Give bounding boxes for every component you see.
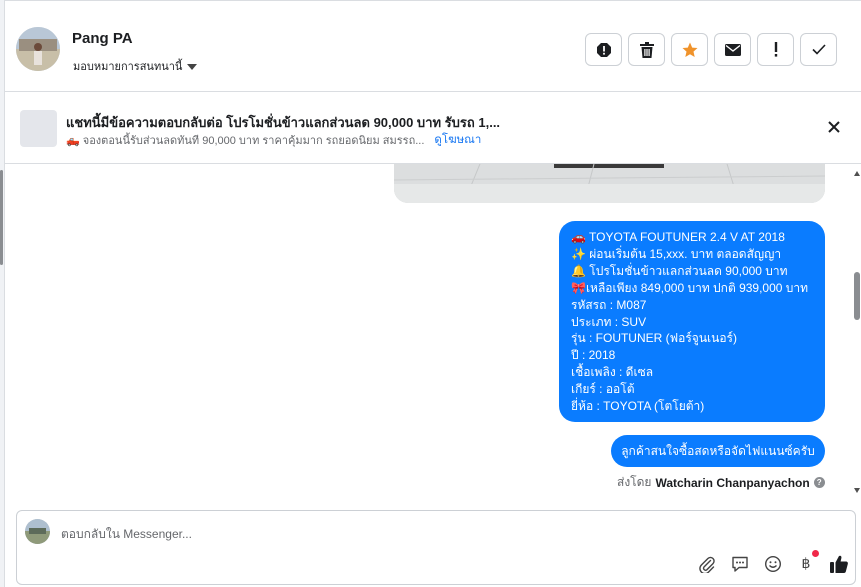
star-icon xyxy=(682,42,697,57)
mark-important-button[interactable] xyxy=(757,33,794,66)
scroll-up-arrow-icon[interactable] xyxy=(854,171,860,176)
checkmark-icon xyxy=(811,44,826,55)
ad-banner-title: แชทนี้มีข้อความตอบกลับต่อ โปรโมชั่นข้าวแ… xyxy=(66,115,501,130)
scrollbar-thumb[interactable] xyxy=(854,272,860,320)
assign-conversation-dropdown[interactable]: มอบหมายการสนทนานี้ xyxy=(73,57,198,75)
contact-avatar[interactable] xyxy=(16,27,60,71)
header-actions xyxy=(585,33,837,66)
outer-scrollbar-thumb[interactable] xyxy=(0,170,3,265)
ad-thumbnail xyxy=(20,110,57,147)
view-ad-link[interactable]: ดูโฆษณา xyxy=(434,131,481,149)
message-line: 🔔 โปรโมชั่นข้าวแลกส่วนลด 90,000 บาท xyxy=(571,263,788,278)
message-line: เชื้อเพลิง : ดีเซล xyxy=(571,365,654,380)
message-line: รุ่น : FOUTUNER (ฟอร์จูนเนอร์) xyxy=(571,331,737,346)
reply-composer: ฿ xyxy=(16,510,856,585)
message-line: รหัสรถ : M087 xyxy=(571,297,647,312)
delete-button[interactable] xyxy=(628,33,665,66)
trash-icon xyxy=(639,41,654,58)
assign-label: มอบหมายการสนทนานี้ xyxy=(73,61,183,73)
star-button[interactable] xyxy=(671,33,708,66)
sent-by-prefix: ส่งโดย xyxy=(617,475,652,489)
ad-reply-banner: แชทนี้มีข้อความตอบกลับต่อ โปรโมชั่นข้าวแ… xyxy=(5,93,861,164)
sent-by-label: ส่งโดย Watcharin Chanpanyachon ? xyxy=(617,473,825,492)
caret-down-icon xyxy=(187,63,198,70)
like-button[interactable] xyxy=(828,553,850,575)
message-thread[interactable]: 🚗 TOYOTA FOUTUNER 2.4 V AT 2018 ✨ ผ่อนเร… xyxy=(5,164,861,505)
ad-banner-text: 🛻 จองตอนนี้รับส่วนลดทันที 90,000 บาท ราค… xyxy=(66,135,425,147)
exclamation-icon xyxy=(774,42,777,57)
composer-toolbar: ฿ xyxy=(696,550,850,575)
reply-text: ลูกค้าสนใจซื้อสดหรือจัดไฟแนนซ์ครับ xyxy=(621,443,815,458)
contact-name[interactable]: Pang PA xyxy=(72,30,133,47)
report-icon xyxy=(596,42,611,57)
page-avatar xyxy=(25,519,50,544)
message-bubble-reply[interactable]: ลูกค้าสนใจซื้อสดหรือจัดไฟแนนซ์ครับ xyxy=(611,435,825,467)
message-line: ✨ ผ่อนเริ่มต้น 15,xxx. บาท ตลอดสัญญา xyxy=(571,246,782,261)
saved-replies-button[interactable] xyxy=(729,553,751,575)
paperclip-icon xyxy=(699,556,715,573)
message-line: เกียร์ : ออโต้ xyxy=(571,382,635,397)
chat-bubble-icon xyxy=(732,556,748,572)
message-line: 🎀เหลือเพียง 849,000 บาท ปกติ 939,000 บาท xyxy=(571,280,809,295)
envelope-icon xyxy=(724,43,741,56)
shared-photo[interactable] xyxy=(394,164,825,203)
message-bubble-listing[interactable]: 🚗 TOYOTA FOUTUNER 2.4 V AT 2018 ✨ ผ่อนเร… xyxy=(559,221,825,422)
mark-done-button[interactable] xyxy=(800,33,837,66)
attach-button[interactable] xyxy=(696,553,718,575)
smiley-icon xyxy=(764,555,782,573)
payment-button[interactable]: ฿ xyxy=(795,550,819,575)
thumbs-up-icon xyxy=(830,555,848,573)
emoji-button[interactable] xyxy=(762,553,784,575)
message-line: ประเภท : SUV xyxy=(571,314,647,329)
question-icon[interactable]: ? xyxy=(813,477,825,488)
scroll-down-arrow-icon[interactable] xyxy=(854,488,860,493)
mark-unread-button[interactable] xyxy=(714,33,751,66)
message-line: ยี่ห้อ : TOYOTA (โตโยต้า) xyxy=(571,399,705,414)
notification-dot xyxy=(812,550,819,557)
thread-scrollbar[interactable] xyxy=(853,164,861,505)
close-icon[interactable] xyxy=(825,118,843,136)
report-button[interactable] xyxy=(585,33,622,66)
reply-input[interactable] xyxy=(61,525,661,543)
baht-icon: ฿ xyxy=(801,556,811,572)
ad-banner-subtitle: 🛻 จองตอนนี้รับส่วนลดทันที 90,000 บาท ราค… xyxy=(66,131,481,149)
message-line: 🚗 TOYOTA FOUTUNER 2.4 V AT 2018 xyxy=(571,230,785,244)
message-line: ปี : 2018 xyxy=(571,348,616,363)
sender-name[interactable]: Watcharin Chanpanyachon xyxy=(655,476,809,490)
conversation-header: Pang PA มอบหมายการสนทนานี้ xyxy=(5,0,861,92)
